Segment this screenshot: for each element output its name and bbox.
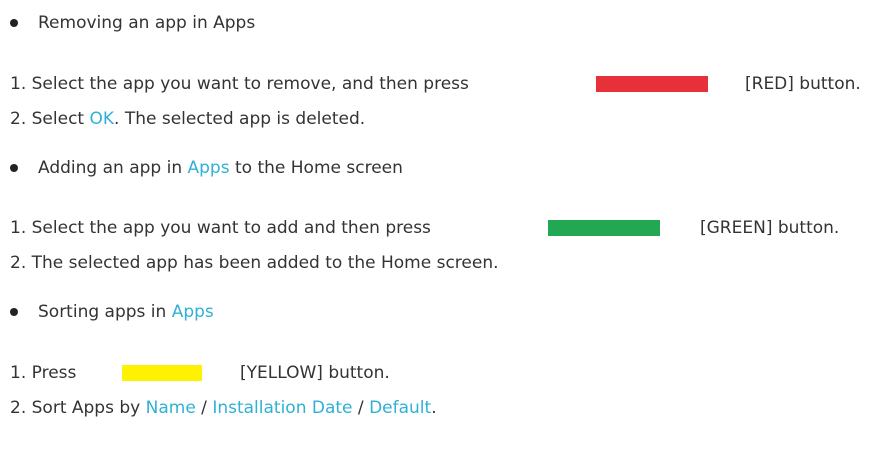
section-heading: Removing an app in Apps: [38, 13, 256, 33]
step-button-label: [GREEN] button.: [700, 218, 840, 238]
red-button-icon: [596, 76, 708, 92]
sort-installation-date-link: Installation Date: [212, 398, 353, 418]
step-item: 2. Sort Apps by Name / Installation Date…: [10, 398, 437, 418]
step-text: The selected app has been added to the H…: [31, 253, 499, 273]
step-button-label: [RED] button.: [745, 74, 861, 94]
yellow-button-icon: [122, 365, 202, 381]
step-number: 2.: [10, 398, 27, 418]
step-item: 1. Select the app you want to remove, an…: [10, 72, 469, 96]
apps-link: Apps: [171, 302, 214, 322]
bullet-icon: [10, 164, 18, 172]
step-text: Select the app you want to add and then …: [31, 218, 431, 238]
step-item: 1. Press: [10, 361, 76, 385]
step-number: 2.: [10, 253, 27, 273]
step-number: 2.: [10, 109, 27, 129]
step-item: 1. Select the app you want to add and th…: [10, 216, 431, 240]
step-item: 2. Select OK. The selected app is delete…: [10, 109, 366, 129]
step-number: 1.: [10, 218, 27, 238]
bullet-icon: [10, 308, 18, 316]
step-item: 2. The selected app has been added to th…: [10, 251, 499, 275]
sort-name-link: Name: [145, 398, 196, 418]
green-button-icon: [548, 220, 660, 236]
step-text: Press: [31, 363, 77, 383]
step-number: 1.: [10, 363, 27, 383]
apps-link: Apps: [187, 158, 230, 178]
sort-default-link: Default: [369, 398, 432, 418]
step-text: Select the app you want to remove, and t…: [31, 74, 469, 94]
ok-link: OK: [89, 109, 115, 129]
step-number: 1.: [10, 74, 27, 94]
step-button-label: [YELLOW] button.: [240, 363, 390, 383]
section-heading: Sorting apps in Apps: [38, 302, 214, 322]
bullet-icon: [10, 19, 18, 27]
section-heading: Adding an app in Apps to the Home screen: [38, 158, 403, 178]
